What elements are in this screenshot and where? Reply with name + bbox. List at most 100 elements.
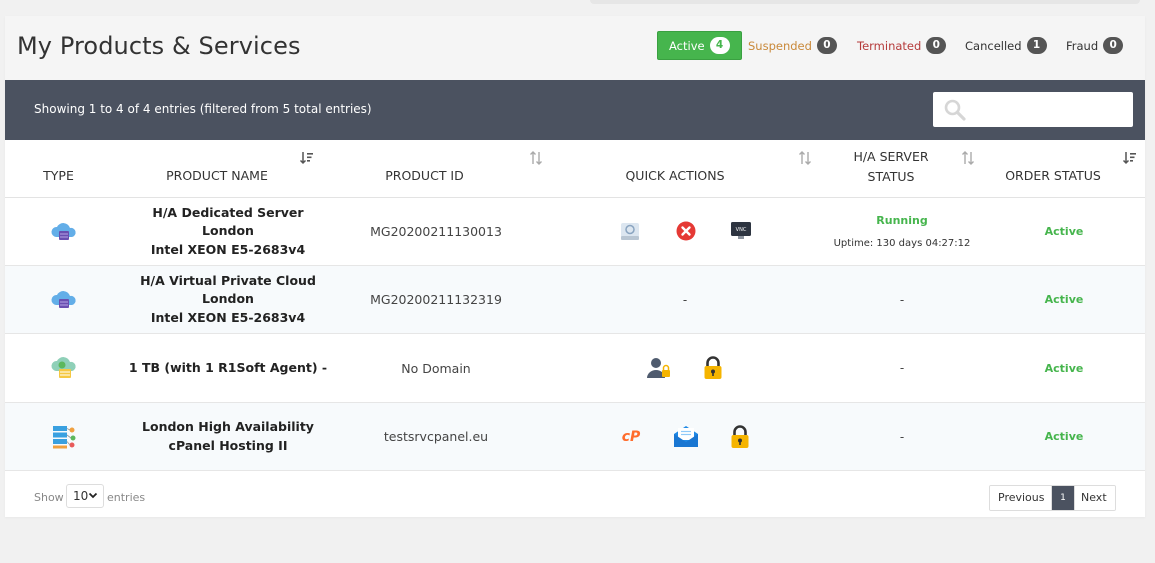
hosting-icon (53, 425, 76, 448)
product-name-line: London (202, 291, 254, 307)
pagination: Previous 1 Next (989, 485, 1116, 511)
order-status: Active (1044, 430, 1084, 443)
cloud-server-icon (51, 290, 76, 308)
entries-label: entries (107, 491, 146, 504)
quick-actions-empty: - (682, 292, 688, 307)
top-strip (590, 0, 1140, 4)
type-cell (5, 334, 123, 402)
search-input[interactable] (933, 92, 1133, 127)
filter-fraud-count: 0 (1103, 37, 1124, 54)
product-name-line: cPanel Hosting II (168, 437, 288, 453)
next-button[interactable]: Next (1074, 486, 1115, 510)
filter-suspended[interactable]: Suspended 0 (737, 31, 848, 60)
col-product-id[interactable]: PRODUCT ID (322, 140, 542, 198)
padlock-icon[interactable] (703, 355, 723, 381)
page-size-value: 10 (73, 489, 89, 503)
product-id: testsrvcpanel.eu (383, 429, 489, 444)
entries-info: Showing 1 to 4 of 4 entries (filtered fr… (34, 102, 372, 116)
vnc-console-icon[interactable]: VNC (729, 219, 753, 243)
filter-fraud-label: Fraud (1066, 38, 1099, 53)
table-row[interactable]: 1 TB (with 1 R1Soft Agent) - No Domain -… (5, 334, 1145, 403)
padlock-icon[interactable] (730, 424, 750, 450)
show-label: Show (34, 491, 64, 504)
server-status: - (899, 361, 905, 375)
filter-fraud[interactable]: Fraud 0 (1055, 31, 1134, 60)
filter-suspended-label: Suspended (748, 38, 812, 53)
server-status: - (899, 429, 905, 444)
products-panel: My Products & Services Active 4 Suspende… (5, 16, 1145, 517)
product-name-cell[interactable]: H/A Dedicated Server London Intel XEON E5-… (123, 198, 333, 265)
filter-active-count: 4 (709, 37, 730, 54)
chevron-down-icon (88, 492, 98, 499)
search-icon (944, 99, 966, 121)
product-name-cell[interactable]: 1 TB (with 1 R1Soft Agent) - (123, 334, 333, 402)
sort-desc-icon (299, 152, 313, 165)
page-size-select[interactable]: 10 (66, 484, 104, 508)
svg-text:cP: cP (622, 429, 641, 445)
product-id: MG20200211130013 (370, 224, 502, 239)
col-product-name[interactable]: PRODUCT NAME (112, 140, 322, 198)
table-row[interactable]: H/A Virtual Private Cloud London Intel XEO… (5, 266, 1145, 334)
order-status: Active (1044, 293, 1084, 306)
server-status: Running (876, 214, 928, 227)
col-order-status-label: ORDER STATUS (1005, 168, 1101, 183)
table-row[interactable]: H/A Dedicated Server London Intel XEON E5-… (5, 198, 1145, 266)
user-lock-icon[interactable] (646, 355, 672, 381)
cloud-backup-icon (51, 357, 76, 378)
col-order-status[interactable]: ORDER STATUS (977, 140, 1136, 198)
uptime-text: Uptime: 130 days 04:27:12 (833, 238, 971, 249)
product-name-cell[interactable]: H/A Virtual Private Cloud London Intel XEO… (123, 266, 333, 333)
filter-terminated-label: Terminated (857, 38, 922, 53)
col-ha-line1: H/A SERVER (853, 149, 929, 164)
type-cell (5, 266, 123, 333)
filter-suspended-count: 0 (816, 37, 837, 54)
table-row[interactable]: London High Availability cPanel Hosting I… (5, 403, 1145, 471)
filter-cancelled-count: 1 (1026, 37, 1047, 54)
page-1-button[interactable]: 1 (1052, 486, 1074, 510)
previous-button[interactable]: Previous (990, 486, 1052, 510)
cpanel-icon[interactable]: cP (618, 426, 644, 446)
product-name-line: London High Availability (142, 419, 314, 434)
svg-text:VNC: VNC (736, 227, 747, 233)
table-toolbar: Showing 1 to 4 of 4 entries (filtered fr… (5, 80, 1145, 140)
stop-server-icon[interactable] (675, 220, 697, 242)
filter-cancelled[interactable]: Cancelled 1 (954, 31, 1058, 60)
product-name-line: Intel XEON E5-2683v4 (150, 241, 306, 257)
reboot-server-icon[interactable] (619, 220, 641, 242)
type-cell (5, 198, 123, 265)
table-footer: Show 10 entries Previous 1 Next (5, 471, 1145, 517)
order-status: Active (1044, 361, 1084, 375)
sort-icon (530, 151, 542, 165)
product-id: MG20200211132319 (370, 292, 502, 307)
filter-terminated[interactable]: Terminated 0 (846, 31, 957, 60)
order-status: Active (1044, 225, 1084, 238)
product-name-line: 1 TB (with 1 R1Soft Agent) - (128, 359, 328, 375)
page-title: My Products & Services (17, 32, 301, 60)
col-ha-server-status-label: H/A SERVER STATUS (805, 147, 977, 187)
sort-desc-icon (1122, 152, 1136, 165)
col-type[interactable]: TYPE (5, 140, 112, 198)
product-name-cell[interactable]: London High Availability cPanel Hosting I… (123, 403, 333, 470)
col-product-name-label: PRODUCT NAME (166, 168, 268, 183)
filter-cancelled-label: Cancelled (965, 38, 1022, 53)
filter-terminated-count: 0 (926, 37, 947, 54)
webmail-icon[interactable] (673, 424, 699, 448)
col-quick-actions[interactable]: QUICK ACTIONS (545, 140, 811, 198)
table-header: TYPE PRODUCT NAME PRODUCT ID QUICK ACTIO… (5, 140, 1145, 198)
filter-active[interactable]: Active 4 (657, 31, 742, 60)
server-status: - (899, 292, 905, 307)
col-type-label: TYPE (43, 168, 74, 183)
product-name-line: London (202, 223, 254, 239)
product-name-line: H/A Virtual Private Cloud (140, 272, 316, 288)
col-quick-actions-label: QUICK ACTIONS (625, 168, 725, 183)
col-ha-line2: STATUS (867, 169, 915, 184)
server-status-cell: Running Uptime: 130 days 04:27:12 (815, 198, 989, 265)
col-ha-server-status[interactable]: H/A SERVER STATUS (805, 140, 977, 198)
cloud-server-icon (51, 222, 76, 240)
col-product-id-label: PRODUCT ID (385, 168, 464, 183)
product-id: No Domain (401, 360, 471, 376)
product-name-line: H/A Dedicated Server (152, 204, 304, 220)
panel-header: My Products & Services Active 4 Suspende… (5, 16, 1145, 80)
filter-active-label: Active (669, 38, 705, 53)
product-name-line: Intel XEON E5-2683v4 (150, 309, 306, 325)
